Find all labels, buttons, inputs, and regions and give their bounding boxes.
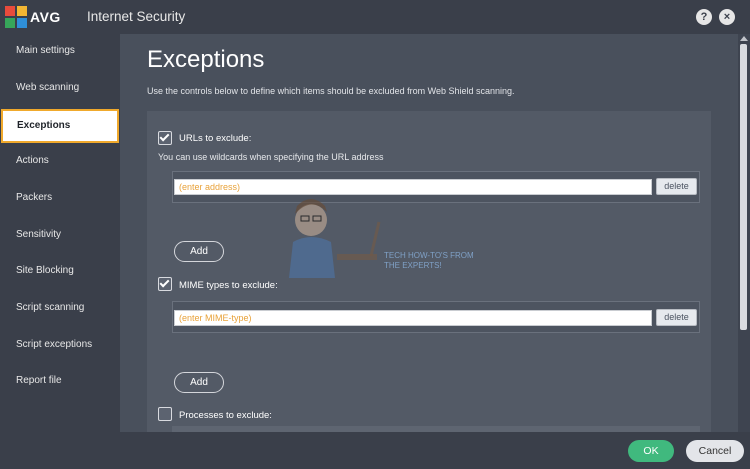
sidebar-item-script-scanning[interactable]: Script scanning — [0, 291, 120, 325]
urls-wildcard-hint: You can use wildcards when specifying th… — [158, 152, 384, 162]
mime-exclude-label: MIME types to exclude: — [179, 280, 278, 291]
sidebar-item-exceptions[interactable]: Exceptions — [1, 109, 119, 143]
processes-exclude-checkbox[interactable] — [158, 407, 172, 421]
sidebar-item-report-file[interactable]: Report file — [0, 364, 120, 398]
sidebar-item-script-exceptions[interactable]: Script exceptions — [0, 328, 120, 362]
help-button[interactable]: ? — [696, 9, 712, 25]
url-address-input[interactable] — [174, 179, 652, 195]
mime-exclude-checkbox[interactable] — [158, 277, 172, 291]
mime-add-button[interactable]: Add — [174, 372, 224, 393]
cancel-button[interactable]: Cancel — [686, 440, 744, 462]
sidebar-item-main-settings[interactable]: Main settings — [0, 34, 120, 68]
sidebar-item-site-blocking[interactable]: Site Blocking — [0, 254, 120, 288]
ok-button[interactable]: OK — [628, 440, 674, 462]
sidebar-item-web-scanning[interactable]: Web scanning — [0, 71, 120, 105]
title-bar: AVG Internet Security ? × — [0, 0, 750, 34]
check-icon — [159, 131, 170, 142]
page-description: Use the controls below to define which i… — [147, 86, 515, 96]
scrollbar-thumb[interactable] — [740, 44, 747, 330]
sidebar-item-packers[interactable]: Packers — [0, 181, 120, 215]
watermark-line-2: THE EXPERTS! — [384, 261, 442, 270]
close-button[interactable]: × — [719, 9, 735, 25]
window-title: Internet Security — [87, 9, 186, 24]
mascot-watermark-icon — [289, 199, 381, 278]
url-delete-button[interactable]: delete — [656, 178, 697, 195]
watermark-text: TECH HOW-TO'S FROM THE EXPERTS! — [384, 251, 484, 271]
avg-logo-icon — [5, 6, 27, 28]
scroll-up-arrow-icon[interactable] — [740, 36, 748, 41]
check-icon — [159, 277, 170, 288]
watermark-line-1: TECH HOW-TO'S FROM — [384, 251, 474, 260]
mime-delete-button[interactable]: delete — [656, 309, 697, 326]
processes-exclude-label: Processes to exclude: — [179, 410, 272, 421]
mime-type-input[interactable] — [174, 310, 652, 326]
sidebar-item-actions[interactable]: Actions — [0, 144, 120, 178]
url-add-button[interactable]: Add — [174, 241, 224, 262]
urls-exclude-label: URLs to exclude: — [179, 133, 252, 144]
urls-exclude-checkbox[interactable] — [158, 131, 172, 145]
settings-sidebar: Main settings Web scanning Exceptions Ac… — [0, 34, 120, 469]
page-title: Exceptions — [147, 46, 265, 73]
brand-name: AVG — [30, 9, 61, 25]
sidebar-item-sensitivity[interactable]: Sensitivity — [0, 218, 120, 252]
